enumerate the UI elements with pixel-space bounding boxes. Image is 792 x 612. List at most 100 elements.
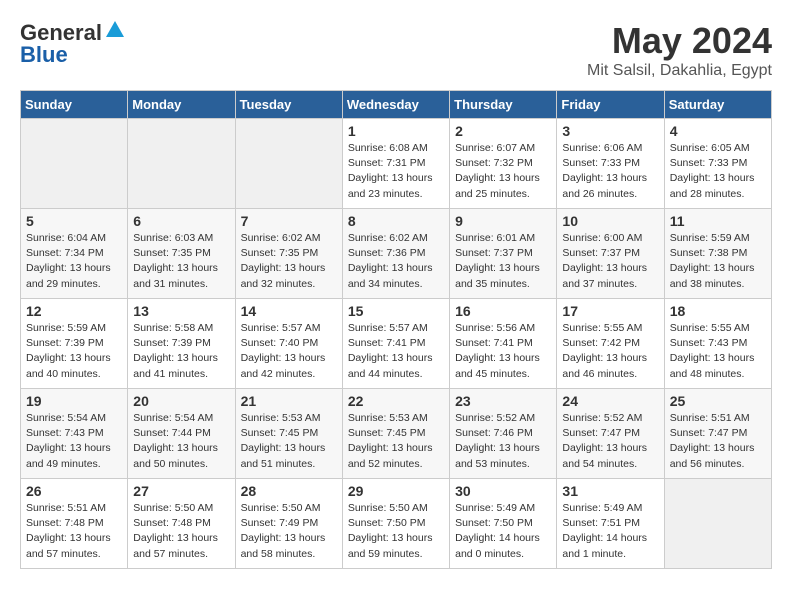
column-header-sunday: Sunday [21, 91, 128, 119]
calendar-cell [664, 479, 771, 569]
day-number: 22 [348, 393, 444, 409]
day-info: Sunrise: 5:50 AM Sunset: 7:50 PM Dayligh… [348, 501, 444, 562]
calendar-cell: 21Sunrise: 5:53 AM Sunset: 7:45 PM Dayli… [235, 389, 342, 479]
day-number: 11 [670, 213, 766, 229]
day-info: Sunrise: 5:51 AM Sunset: 7:48 PM Dayligh… [26, 501, 122, 562]
day-number: 16 [455, 303, 551, 319]
location: Mit Salsil, Dakahlia, Egypt [587, 62, 772, 80]
day-info: Sunrise: 5:59 AM Sunset: 7:39 PM Dayligh… [26, 321, 122, 382]
day-info: Sunrise: 5:52 AM Sunset: 7:46 PM Dayligh… [455, 411, 551, 472]
calendar-cell: 13 Sunrise: 5:58 AM Sunset: 7:39 PM Dayli… [128, 299, 235, 389]
day-info: Sunrise: 5:58 AM Sunset: 7:39 PM Dayligh… [133, 321, 229, 382]
calendar-body: 1 Sunrise: 6:08 AM Sunset: 7:31 PM Daylig… [21, 119, 772, 569]
calendar-cell: 9 Sunrise: 6:01 AM Sunset: 7:37 PM Daylig… [450, 209, 557, 299]
day-info: Sunrise: 6:00 AM Sunset: 7:37 PM Dayligh… [562, 231, 658, 292]
day-number: 18 [670, 303, 766, 319]
day-number: 27 [133, 483, 229, 499]
day-number: 29 [348, 483, 444, 499]
day-number: 17 [562, 303, 658, 319]
day-number: 25 [670, 393, 766, 409]
day-info: Sunrise: 5:57 AM Sunset: 7:41 PM Dayligh… [348, 321, 444, 382]
day-number: 10 [562, 213, 658, 229]
calendar-header-row: SundayMondayTuesdayWednesdayThursdayFrid… [21, 91, 772, 119]
calendar-cell: 18Sunrise: 5:55 AM Sunset: 7:43 PM Dayli… [664, 299, 771, 389]
calendar-cell: 17 Sunrise: 5:55 AM Sunset: 7:42 PM Dayli… [557, 299, 664, 389]
column-header-tuesday: Tuesday [235, 91, 342, 119]
day-info: Sunrise: 5:51 AM Sunset: 7:47 PM Dayligh… [670, 411, 766, 472]
calendar-cell: 6Sunrise: 6:03 AM Sunset: 7:35 PM Daylig… [128, 209, 235, 299]
day-number: 8 [348, 213, 444, 229]
column-header-friday: Friday [557, 91, 664, 119]
day-info: Sunrise: 6:08 AM Sunset: 7:31 PM Dayligh… [348, 141, 444, 202]
logo-icon [104, 19, 126, 41]
day-number: 12 [26, 303, 122, 319]
calendar-week-row: 26Sunrise: 5:51 AM Sunset: 7:48 PM Dayli… [21, 479, 772, 569]
day-number: 14 [241, 303, 337, 319]
calendar-cell: 7Sunrise: 6:02 AM Sunset: 7:35 PM Daylig… [235, 209, 342, 299]
day-number: 9 [455, 213, 551, 229]
calendar-cell: 5 Sunrise: 6:04 AM Sunset: 7:34 PM Daylig… [21, 209, 128, 299]
day-info: Sunrise: 6:07 AM Sunset: 7:32 PM Dayligh… [455, 141, 551, 202]
calendar-cell: 11Sunrise: 5:59 AM Sunset: 7:38 PM Dayli… [664, 209, 771, 299]
day-number: 15 [348, 303, 444, 319]
calendar-cell: 8Sunrise: 6:02 AM Sunset: 7:36 PM Daylig… [342, 209, 449, 299]
calendar-cell: 10 Sunrise: 6:00 AM Sunset: 7:37 PM Dayli… [557, 209, 664, 299]
day-info: Sunrise: 5:49 AM Sunset: 7:50 PM Dayligh… [455, 501, 551, 562]
day-info: Sunrise: 5:53 AM Sunset: 7:45 PM Dayligh… [241, 411, 337, 472]
day-info: Sunrise: 6:05 AM Sunset: 7:33 PM Dayligh… [670, 141, 766, 202]
day-number: 4 [670, 123, 766, 139]
day-number: 6 [133, 213, 229, 229]
column-header-saturday: Saturday [664, 91, 771, 119]
logo: General Blue [20, 20, 126, 68]
day-number: 30 [455, 483, 551, 499]
calendar-cell: 27 Sunrise: 5:50 AM Sunset: 7:48 PM Dayli… [128, 479, 235, 569]
calendar-week-row: 19 Sunrise: 5:54 AM Sunset: 7:43 PM Dayli… [21, 389, 772, 479]
day-number: 20 [133, 393, 229, 409]
day-info: Sunrise: 5:50 AM Sunset: 7:48 PM Dayligh… [133, 501, 229, 562]
day-info: Sunrise: 5:55 AM Sunset: 7:42 PM Dayligh… [562, 321, 658, 382]
calendar-cell: 29 Sunrise: 5:50 AM Sunset: 7:50 PM Dayli… [342, 479, 449, 569]
calendar-cell: 1 Sunrise: 6:08 AM Sunset: 7:31 PM Daylig… [342, 119, 449, 209]
day-number: 1 [348, 123, 444, 139]
day-number: 2 [455, 123, 551, 139]
calendar-cell: 15 Sunrise: 5:57 AM Sunset: 7:41 PM Dayli… [342, 299, 449, 389]
column-header-thursday: Thursday [450, 91, 557, 119]
month-title: May 2024 [587, 20, 772, 62]
day-info: Sunrise: 5:49 AM Sunset: 7:51 PM Dayligh… [562, 501, 658, 562]
day-number: 13 [133, 303, 229, 319]
calendar-cell: 23 Sunrise: 5:52 AM Sunset: 7:46 PM Dayli… [450, 389, 557, 479]
calendar-cell [128, 119, 235, 209]
calendar-week-row: 1 Sunrise: 6:08 AM Sunset: 7:31 PM Daylig… [21, 119, 772, 209]
day-info: Sunrise: 5:50 AM Sunset: 7:49 PM Dayligh… [241, 501, 337, 562]
day-number: 24 [562, 393, 658, 409]
calendar-cell: 20 Sunrise: 5:54 AM Sunset: 7:44 PM Dayli… [128, 389, 235, 479]
column-header-wednesday: Wednesday [342, 91, 449, 119]
day-number: 7 [241, 213, 337, 229]
page-header: General Blue May 2024 Mit Salsil, Dakahl… [20, 20, 772, 80]
day-number: 31 [562, 483, 658, 499]
calendar-cell: 28Sunrise: 5:50 AM Sunset: 7:49 PM Dayli… [235, 479, 342, 569]
calendar-week-row: 5 Sunrise: 6:04 AM Sunset: 7:34 PM Daylig… [21, 209, 772, 299]
day-info: Sunrise: 6:06 AM Sunset: 7:33 PM Dayligh… [562, 141, 658, 202]
calendar-cell: 30 Sunrise: 5:49 AM Sunset: 7:50 PM Dayli… [450, 479, 557, 569]
calendar-week-row: 12 Sunrise: 5:59 AM Sunset: 7:39 PM Dayli… [21, 299, 772, 389]
day-number: 23 [455, 393, 551, 409]
calendar-cell: 22Sunrise: 5:53 AM Sunset: 7:45 PM Dayli… [342, 389, 449, 479]
column-header-monday: Monday [128, 91, 235, 119]
calendar-cell: 3 Sunrise: 6:06 AM Sunset: 7:33 PM Daylig… [557, 119, 664, 209]
day-number: 19 [26, 393, 122, 409]
day-number: 3 [562, 123, 658, 139]
day-number: 5 [26, 213, 122, 229]
calendar-cell: 12 Sunrise: 5:59 AM Sunset: 7:39 PM Dayli… [21, 299, 128, 389]
day-info: Sunrise: 6:04 AM Sunset: 7:34 PM Dayligh… [26, 231, 122, 292]
calendar-cell: 19 Sunrise: 5:54 AM Sunset: 7:43 PM Dayli… [21, 389, 128, 479]
day-info: Sunrise: 5:57 AM Sunset: 7:40 PM Dayligh… [241, 321, 337, 382]
calendar-cell [21, 119, 128, 209]
calendar-cell: 24Sunrise: 5:52 AM Sunset: 7:47 PM Dayli… [557, 389, 664, 479]
title-section: May 2024 Mit Salsil, Dakahlia, Egypt [587, 20, 772, 80]
day-info: Sunrise: 5:54 AM Sunset: 7:43 PM Dayligh… [26, 411, 122, 472]
day-info: Sunrise: 5:54 AM Sunset: 7:44 PM Dayligh… [133, 411, 229, 472]
day-info: Sunrise: 6:01 AM Sunset: 7:37 PM Dayligh… [455, 231, 551, 292]
calendar-cell: 4 Sunrise: 6:05 AM Sunset: 7:33 PM Daylig… [664, 119, 771, 209]
calendar-cell: 25 Sunrise: 5:51 AM Sunset: 7:47 PM Dayli… [664, 389, 771, 479]
